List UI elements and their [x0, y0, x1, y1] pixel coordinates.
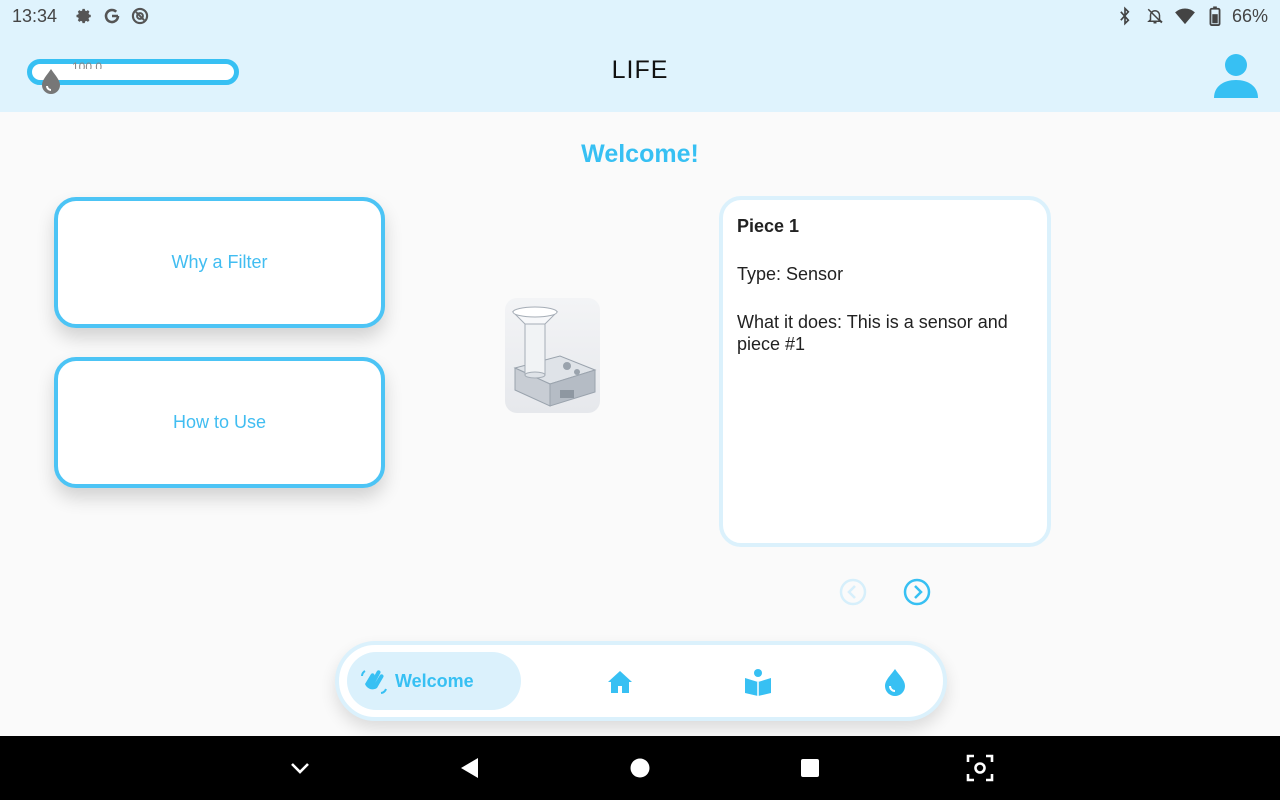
chevron-right-circle-icon: [903, 578, 931, 606]
google-icon: [101, 5, 123, 27]
next-piece-button[interactable]: [903, 578, 931, 606]
chevron-down-icon: [291, 763, 309, 774]
system-navigation-bar: [0, 736, 1280, 800]
battery-percentage: 66%: [1231, 5, 1268, 26]
piece-image: [505, 298, 600, 413]
chevron-left-circle-icon: [839, 578, 867, 606]
home-circle-icon: [630, 758, 650, 778]
bluetooth-icon: [1114, 5, 1136, 27]
screenshot-icon: [966, 754, 994, 782]
status-right: 66%: [1110, 5, 1268, 27]
reading-book-icon: [745, 669, 771, 696]
gear-icon: [73, 5, 95, 27]
status-bar: 13:34 66%: [0, 0, 1280, 32]
nav-item-water[interactable]: [880, 667, 910, 697]
person-icon: [1214, 54, 1258, 98]
piece-title: Piece 1: [737, 216, 800, 236]
how-to-use-button[interactable]: How to Use: [54, 357, 385, 488]
why-a-filter-label: Why a Filter: [171, 252, 268, 272]
notifications-off-icon: [1144, 5, 1166, 27]
previous-piece-button[interactable]: [839, 578, 867, 606]
wifi-icon: [1174, 5, 1196, 27]
recents-square-icon: [801, 759, 819, 777]
back-triangle-icon: [461, 758, 478, 778]
profile-button[interactable]: [1210, 50, 1262, 102]
nav-label-welcome: Welcome: [395, 670, 474, 691]
screenshot-button[interactable]: [966, 754, 994, 782]
back-button[interactable]: [455, 754, 483, 782]
bottom-navigation: Welcome: [335, 641, 947, 721]
home-system-button[interactable]: [626, 754, 654, 782]
status-time: 13:34: [12, 5, 58, 26]
how-to-use-label: How to Use: [172, 412, 267, 432]
waving-hand-icon: [361, 670, 387, 694]
app-bar: 100 0 LIFE: [0, 32, 1280, 112]
battery-icon: [1204, 5, 1226, 27]
why-a-filter-button[interactable]: Why a Filter: [54, 197, 385, 328]
piece-type: Type: Sensor: [737, 264, 844, 284]
home-icon: [608, 671, 632, 693]
collapse-button[interactable]: [286, 754, 314, 782]
nav-item-home[interactable]: [605, 667, 635, 697]
recents-button[interactable]: [796, 754, 824, 782]
nav-item-welcome[interactable]: Welcome: [347, 652, 521, 710]
data-saver-icon: [129, 5, 151, 27]
nav-item-learn[interactable]: [743, 667, 773, 697]
app-title: LIFE: [611, 56, 669, 84]
piece-info-card: Piece 1 Type: Sensor What it does: This …: [719, 196, 1051, 547]
welcome-heading: Welcome!: [581, 140, 699, 168]
water-drop-icon: [885, 669, 905, 696]
piece-description: What it does: This is a sensor and piece…: [737, 312, 1008, 354]
